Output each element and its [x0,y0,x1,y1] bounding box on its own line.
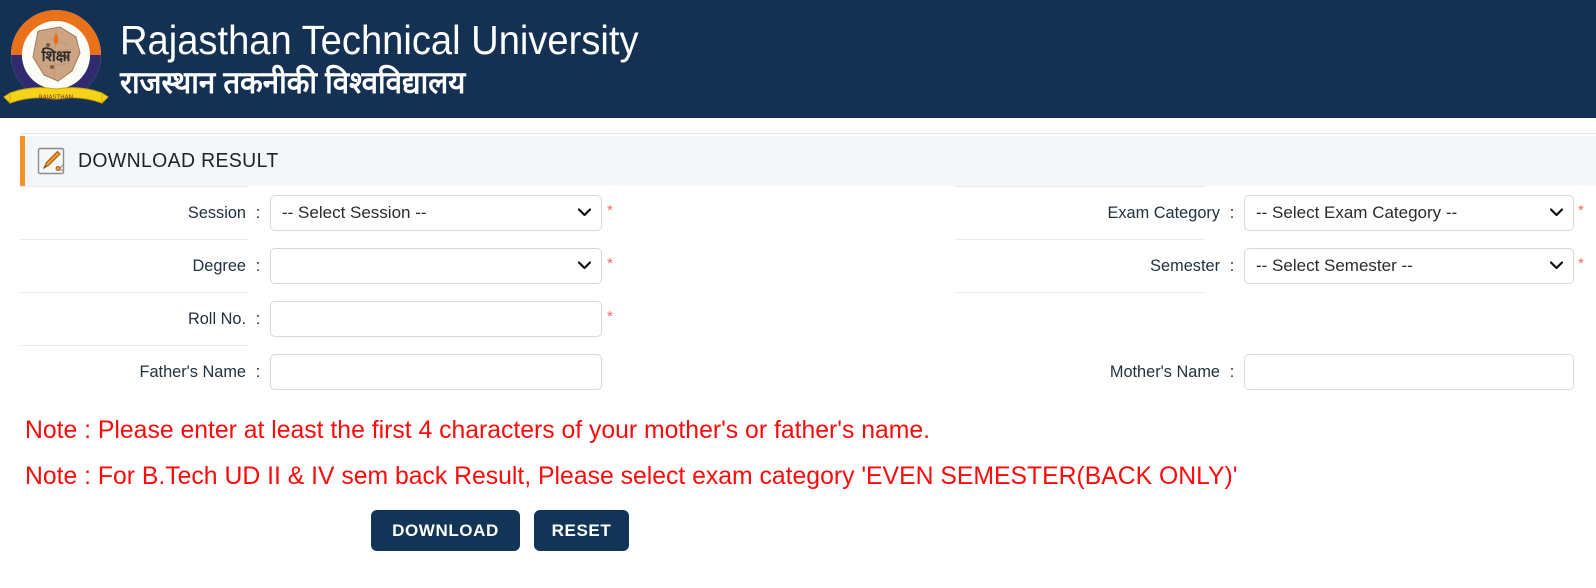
semester-control: -- Select Semester -- * [1244,247,1584,284]
mothers-name-label: Mother's Name [1109,361,1220,381]
row-separator [955,292,1205,293]
degree-select[interactable] [270,247,602,284]
roll-no-input[interactable] [270,300,602,337]
form-column-left: Session : -- Select Session -- * Degree … [0,186,660,398]
session-control: -- Select Session -- * [270,194,613,231]
row-separator [20,239,248,240]
fathers-name-control [270,353,602,390]
roll-no-colon: : [255,308,261,328]
exam-category-colon: : [1229,202,1235,222]
exam-category-label: Exam Category [1107,202,1220,222]
note-line-2: Note : For B.Tech UD II & IV sem back Re… [25,462,1238,490]
form-column-right: Exam Category : -- Select Exam Category … [955,186,1596,398]
fathers-name-label: Father's Name [139,361,246,381]
degree-colon: : [255,255,261,275]
semester-required-asterisk: * [1578,254,1584,272]
row-separator [20,345,248,346]
row-separator [955,186,1205,187]
row-separator [955,239,1205,240]
form-row-degree: Degree : * [0,239,660,292]
session-select[interactable]: -- Select Session -- [270,194,602,231]
form-row-spacer [955,292,1596,345]
row-separator [20,186,248,187]
fathers-name-colon: : [255,361,261,381]
session-colon: : [255,202,261,222]
semester-label: Semester [1150,255,1220,275]
form-row-roll-no: Roll No. : * [0,292,660,345]
university-logo: शिक्षा RAJASTHAN [2,5,110,113]
site-header: शिक्षा RAJASTHAN Rajasthan Technical Uni… [0,0,1596,118]
exam-category-required-asterisk: * [1578,201,1584,219]
exam-category-select[interactable]: -- Select Exam Category -- [1244,194,1574,231]
degree-required-asterisk: * [607,254,613,272]
mothers-name-colon: : [1229,361,1235,381]
mothers-name-control [1244,353,1574,390]
svg-text:RAJASTHAN: RAJASTHAN [39,94,73,101]
fathers-name-input[interactable] [270,353,602,390]
exam-category-control: -- Select Exam Category -- * [1244,194,1584,231]
roll-no-label: Roll No. [187,308,246,328]
form-row-semester: Semester : -- Select Semester -- * [955,239,1596,292]
form-notes: Note : Please enter at least the first 4… [0,418,1596,489]
form-row-exam-category: Exam Category : -- Select Exam Category … [955,186,1596,239]
roll-no-required-asterisk: * [607,307,613,325]
university-name-hindi: राजस्थान तकनीकी विश्वविद्यालय [120,65,466,100]
reset-button[interactable]: RESET [534,510,629,551]
mothers-name-input[interactable] [1244,353,1574,390]
form-row-fathers-name: Father's Name : [0,345,660,398]
university-name-english: Rajasthan Technical University [120,17,639,63]
degree-label: Degree [192,255,246,275]
download-button[interactable]: DOWNLOAD [371,510,520,551]
form-row-mothers-name: Mother's Name : [955,345,1596,398]
content-top-divider [0,118,1596,136]
download-result-form: Session : -- Select Session -- * Degree … [0,186,1596,418]
semester-select[interactable]: -- Select Semester -- [1244,247,1574,284]
semester-colon: : [1229,255,1235,275]
svg-text:शिक्षा: शिक्षा [41,47,72,65]
panel-title: DOWNLOAD RESULT [78,149,279,172]
roll-no-control: * [270,300,613,337]
form-row-session: Session : -- Select Session -- * [0,186,660,239]
row-separator [20,292,248,293]
brand-text: Rajasthan Technical University राजस्थान … [120,17,678,100]
panel-header: DOWNLOAD RESULT [20,136,1596,186]
session-label: Session [187,202,246,222]
form-actions: DOWNLOAD RESET [0,510,1596,551]
degree-control: * [270,247,613,284]
session-required-asterisk: * [607,201,613,219]
note-line-1: Note : Please enter at least the first 4… [25,416,930,444]
edit-document-icon [36,146,66,176]
